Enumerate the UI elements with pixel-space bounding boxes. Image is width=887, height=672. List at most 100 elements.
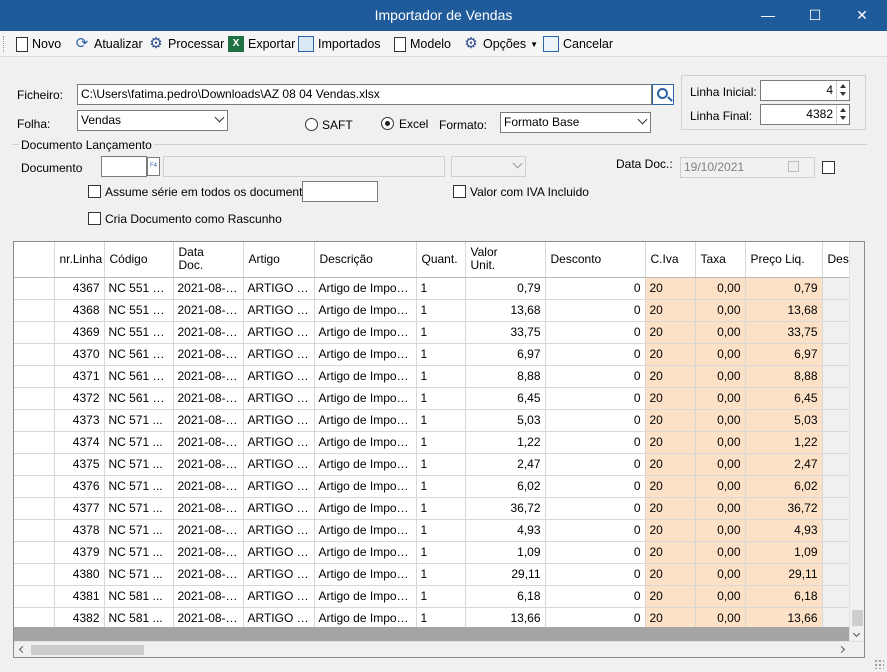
- table-cell[interactable]: 1,22: [745, 431, 823, 454]
- table-cell[interactable]: 20: [645, 497, 696, 520]
- processar-button[interactable]: ⚙ Processar: [148, 34, 224, 54]
- table-cell[interactable]: 6,45: [745, 387, 823, 410]
- table-cell[interactable]: 1: [416, 475, 466, 498]
- table-cell[interactable]: 1: [416, 563, 466, 586]
- table-row[interactable]: 4368 NC 551 1... 2021-08-04 ARTIGO NB Artigo…: [14, 299, 853, 322]
- table-cell[interactable]: ARTIGO NB: [243, 541, 315, 564]
- table-cell[interactable]: 6,02: [465, 475, 546, 498]
- column-header[interactable]: Desconto: [545, 242, 646, 278]
- table-cell[interactable]: 29,11: [745, 563, 823, 586]
- row-header[interactable]: [14, 365, 55, 388]
- table-row[interactable]: 4377 NC 571 ... 2021-08-04 ARTIGO NB Artigo …: [14, 497, 853, 520]
- table-cell[interactable]: 4,93: [745, 519, 823, 542]
- table-cell[interactable]: 4369: [54, 321, 105, 344]
- modelo-button[interactable]: Modelo: [392, 34, 451, 54]
- table-cell[interactable]: 0: [545, 321, 646, 344]
- table-cell[interactable]: ARTIGO NB: [243, 365, 315, 388]
- table-cell[interactable]: 2021-08-04: [173, 431, 244, 454]
- row-header[interactable]: [14, 321, 55, 344]
- table-cell[interactable]: ARTIGO NB: [243, 563, 315, 586]
- table-cell[interactable]: NC 571 ...: [104, 409, 174, 432]
- column-header[interactable]: C.Iva: [645, 242, 696, 278]
- table-cell[interactable]: 1,22: [465, 431, 546, 454]
- table-cell[interactable]: 2021-08-04: [173, 365, 244, 388]
- table-cell[interactable]: Artigo de Import...: [314, 387, 417, 410]
- table-cell[interactable]: 6,02: [745, 475, 823, 498]
- table-row[interactable]: 4370 NC 561 1... 2021-08-04 ARTIGO NB Artigo…: [14, 343, 853, 366]
- documento-input[interactable]: [101, 156, 147, 177]
- table-cell[interactable]: Artigo de Import...: [314, 497, 417, 520]
- table-cell[interactable]: 4373: [54, 409, 105, 432]
- table-cell[interactable]: 0: [545, 387, 646, 410]
- table-cell[interactable]: 4382: [54, 607, 105, 630]
- excel-radio[interactable]: [381, 117, 394, 130]
- table-cell[interactable]: 20: [645, 585, 696, 608]
- table-cell[interactable]: 0,00: [695, 365, 746, 388]
- table-cell[interactable]: 33,75: [745, 321, 823, 344]
- table-cell[interactable]: [822, 585, 853, 608]
- table-cell[interactable]: 0,79: [465, 277, 546, 300]
- column-header[interactable]: Quant.: [416, 242, 466, 278]
- table-cell[interactable]: NC 571 ...: [104, 541, 174, 564]
- table-cell[interactable]: 36,72: [745, 497, 823, 520]
- table-cell[interactable]: 0: [545, 497, 646, 520]
- row-header[interactable]: [14, 541, 55, 564]
- column-header[interactable]: Des: [822, 242, 853, 278]
- column-header[interactable]: nr.Linha: [54, 242, 105, 278]
- linha-final-spinner[interactable]: [836, 105, 848, 124]
- table-cell[interactable]: 0: [545, 607, 646, 630]
- table-cell[interactable]: 1: [416, 365, 466, 388]
- table-cell[interactable]: 13,66: [465, 607, 546, 630]
- table-row[interactable]: 4382 NC 581 ... 2021-08-04 ARTIGO NB Artigo …: [14, 607, 853, 630]
- table-cell[interactable]: 0: [545, 519, 646, 542]
- table-cell[interactable]: NC 581 ...: [104, 585, 174, 608]
- table-cell[interactable]: 20: [645, 365, 696, 388]
- table-cell[interactable]: ARTIGO NB: [243, 277, 315, 300]
- column-header[interactable]: [14, 242, 55, 278]
- table-cell[interactable]: 0,00: [695, 541, 746, 564]
- horizontal-scroll-thumb[interactable]: [31, 645, 144, 655]
- table-cell[interactable]: Artigo de Import...: [314, 431, 417, 454]
- row-header[interactable]: [14, 563, 55, 586]
- table-cell[interactable]: 0: [545, 563, 646, 586]
- table-cell[interactable]: ARTIGO NB: [243, 431, 315, 454]
- serie-input[interactable]: [302, 181, 378, 202]
- table-cell[interactable]: [822, 607, 853, 630]
- table-cell[interactable]: 20: [645, 321, 696, 344]
- table-cell[interactable]: 0: [545, 541, 646, 564]
- table-cell[interactable]: 20: [645, 431, 696, 454]
- scroll-left-icon[interactable]: [18, 645, 27, 654]
- exportar-button[interactable]: X Exportar: [228, 34, 295, 54]
- table-cell[interactable]: 0,00: [695, 343, 746, 366]
- minimize-button[interactable]: —: [745, 0, 791, 31]
- table-cell[interactable]: 0,00: [695, 497, 746, 520]
- table-cell[interactable]: 0,00: [695, 475, 746, 498]
- table-cell[interactable]: 2021-08-04: [173, 453, 244, 476]
- table-cell[interactable]: 0: [545, 475, 646, 498]
- table-cell[interactable]: 0,00: [695, 409, 746, 432]
- table-row[interactable]: 4369 NC 551 1... 2021-08-04 ARTIGO NB Artigo…: [14, 321, 853, 344]
- table-cell[interactable]: 20: [645, 343, 696, 366]
- table-cell[interactable]: 2021-08-04: [173, 541, 244, 564]
- table-cell[interactable]: 0,00: [695, 321, 746, 344]
- table-row[interactable]: 4379 NC 571 ... 2021-08-04 ARTIGO NB Artigo …: [14, 541, 853, 564]
- table-cell[interactable]: ARTIGO NB: [243, 299, 315, 322]
- table-cell[interactable]: 1,09: [745, 541, 823, 564]
- table-cell[interactable]: 13,68: [745, 299, 823, 322]
- table-cell[interactable]: 20: [645, 277, 696, 300]
- table-cell[interactable]: 4368: [54, 299, 105, 322]
- table-cell[interactable]: [822, 563, 853, 586]
- table-cell[interactable]: [822, 321, 853, 344]
- table-cell[interactable]: 0,00: [695, 519, 746, 542]
- table-cell[interactable]: 2021-08-04: [173, 277, 244, 300]
- table-cell[interactable]: 0,00: [695, 585, 746, 608]
- table-cell[interactable]: 1: [416, 585, 466, 608]
- table-cell[interactable]: 0: [545, 365, 646, 388]
- table-cell[interactable]: 0: [545, 453, 646, 476]
- row-header[interactable]: [14, 585, 55, 608]
- table-cell[interactable]: [822, 453, 853, 476]
- table-cell[interactable]: NC 551 1...: [104, 321, 174, 344]
- novo-button[interactable]: Novo: [14, 34, 61, 54]
- maximize-button[interactable]: ☐: [792, 0, 838, 31]
- table-row[interactable]: 4367 NC 551 1... 2021-08-04 ARTIGO NB Artigo…: [14, 277, 853, 300]
